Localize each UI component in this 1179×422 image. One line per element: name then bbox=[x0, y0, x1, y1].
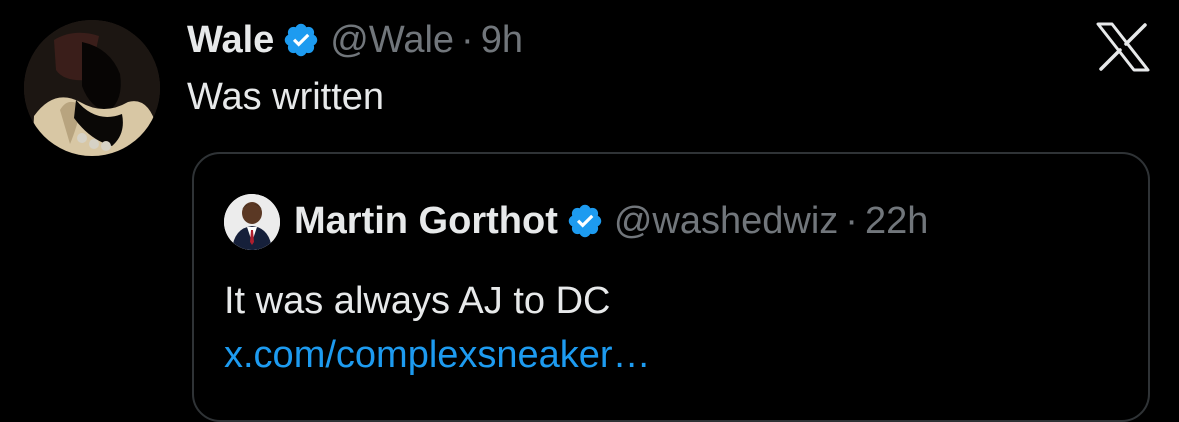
quoted-author-avatar[interactable] bbox=[224, 194, 280, 250]
quoted-tweet-link[interactable]: x.com/complexsneaker… bbox=[224, 334, 651, 376]
tweet-timestamp[interactable]: 9h bbox=[481, 19, 523, 62]
quoted-tweet-card[interactable]: Martin Gorthot @washedwiz · 22h It was a… bbox=[192, 152, 1150, 422]
verified-badge-icon[interactable] bbox=[566, 202, 604, 240]
author-name[interactable]: Wale bbox=[187, 19, 274, 62]
quoted-tweet-timestamp[interactable]: 22h bbox=[865, 200, 928, 243]
x-logo-icon bbox=[1096, 22, 1150, 77]
author-avatar[interactable] bbox=[24, 20, 160, 156]
tweet-text: Was written bbox=[187, 76, 385, 118]
quoted-tweet-text: It was always AJ to DC x.com/complexsnea… bbox=[224, 274, 864, 382]
quoted-author-name[interactable]: Martin Gorthot bbox=[294, 200, 558, 243]
quoted-tweet-body: It was always AJ to DC bbox=[224, 280, 611, 322]
separator-dot: · bbox=[461, 18, 474, 61]
tweet-header: Wale @Wale · 9h bbox=[187, 14, 523, 66]
quoted-tweet-header: Martin Gorthot @washedwiz · 22h bbox=[294, 196, 928, 246]
verified-badge-icon[interactable] bbox=[282, 21, 320, 59]
quoted-author-handle[interactable]: @washedwiz bbox=[614, 200, 838, 243]
separator-dot: · bbox=[845, 199, 858, 242]
author-handle[interactable]: @Wale bbox=[330, 19, 454, 62]
